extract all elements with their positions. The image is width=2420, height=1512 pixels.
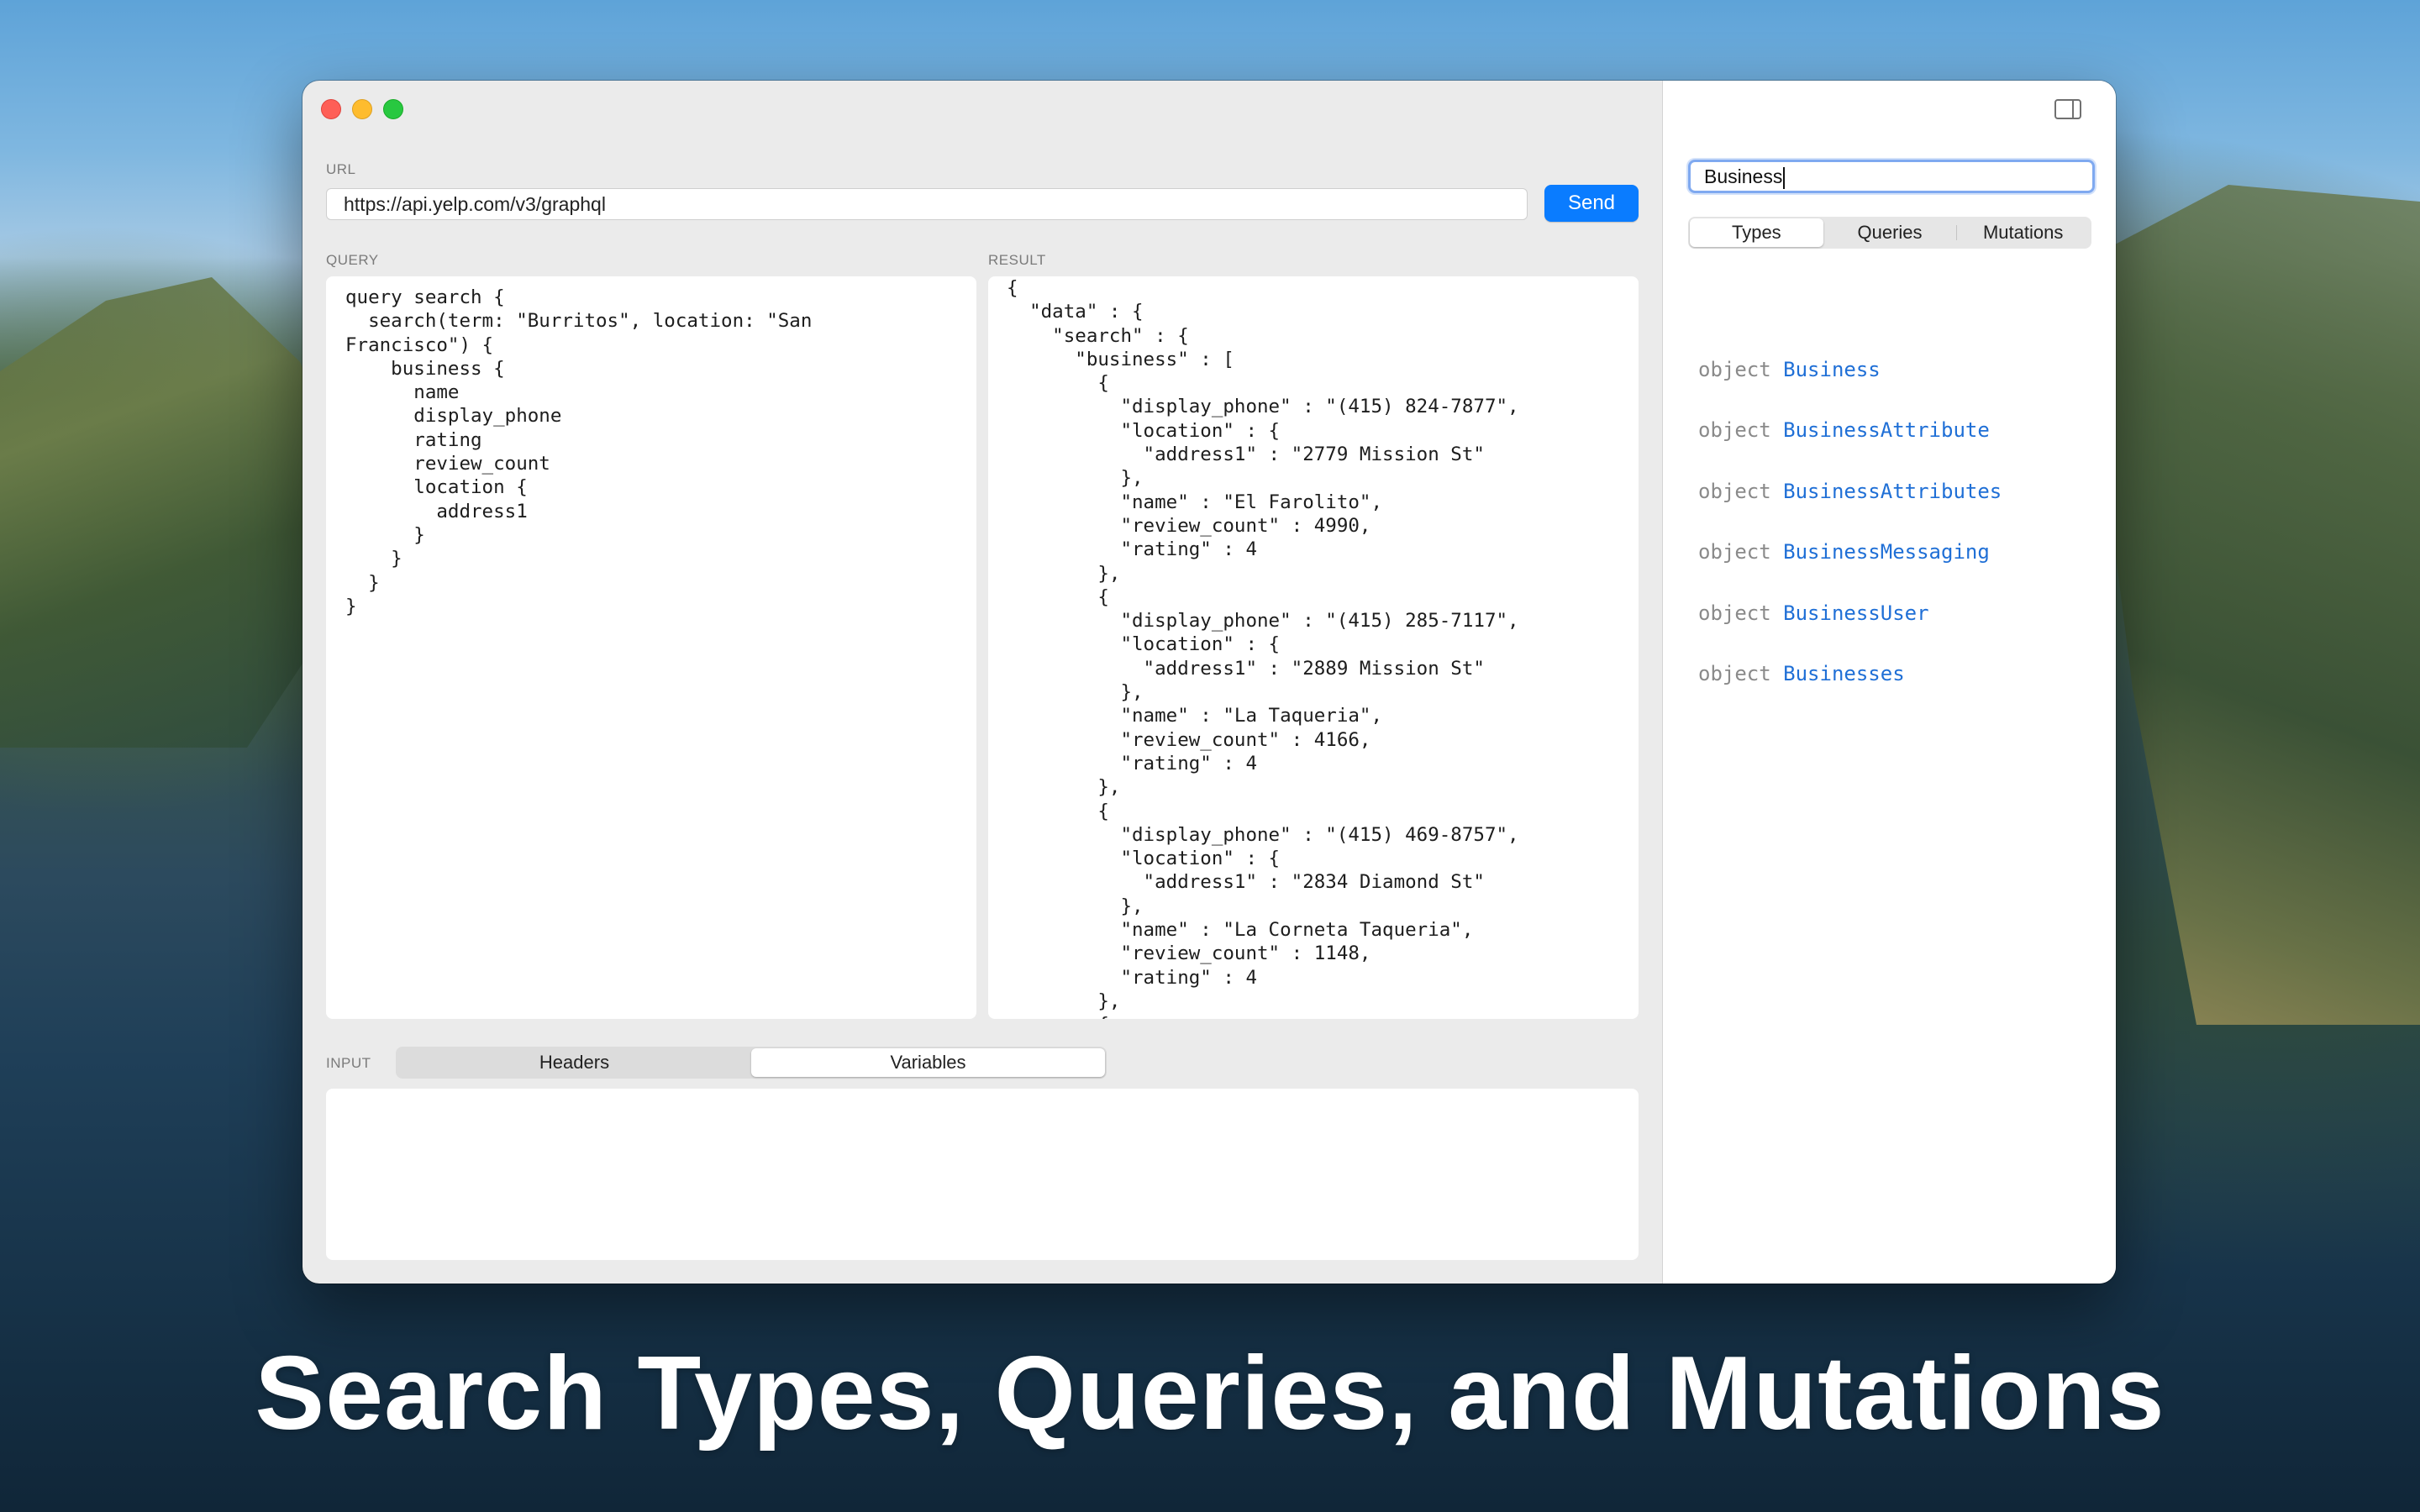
send-button[interactable]: Send <box>1544 185 1639 222</box>
list-item[interactable]: object Businesses <box>1698 662 2002 722</box>
background-hills-right <box>2101 185 2420 1025</box>
type-name: Business <box>1783 358 1881 381</box>
query-editor[interactable]: query search { search(term: "Burritos", … <box>326 276 976 1019</box>
type-kind: object <box>1698 540 1771 564</box>
sidebar-toggle-icon[interactable] <box>2054 99 2081 119</box>
input-section-label: INPUT <box>326 1055 371 1071</box>
type-kind: object <box>1698 601 1771 625</box>
tab-queries[interactable]: Queries <box>1823 218 1957 247</box>
url-input[interactable]: https://api.yelp.com/v3/graphql <box>326 188 1528 220</box>
tab-mutations[interactable]: Mutations <box>1956 218 2090 247</box>
type-kind: object <box>1698 418 1771 443</box>
type-results-list: object Business object BusinessAttribute… <box>1698 358 2002 722</box>
window-controls <box>321 99 403 119</box>
zoom-window-button[interactable] <box>383 99 403 119</box>
tab-variables[interactable]: Variables <box>751 1048 1105 1077</box>
type-name: Businesses <box>1783 661 1905 685</box>
schema-search-value: Business <box>1704 165 1783 187</box>
schema-search-input[interactable]: Business <box>1688 160 2095 193</box>
type-kind: object <box>1698 661 1771 685</box>
list-item[interactable]: object BusinessAttribute <box>1698 418 2002 479</box>
input-tab-control: Headers Variables <box>396 1047 1107 1079</box>
close-window-button[interactable] <box>321 99 341 119</box>
schema-tab-control: Types Queries Mutations <box>1688 217 2091 249</box>
result-section-label: RESULT <box>988 252 1046 268</box>
type-name: BusinessMessaging <box>1783 540 1990 564</box>
list-item[interactable]: object Business <box>1698 358 2002 418</box>
type-name: BusinessUser <box>1783 601 1929 625</box>
result-viewer[interactable]: { "data" : { "search" : { "business" : [… <box>988 276 1639 1019</box>
variables-editor[interactable] <box>326 1089 1639 1260</box>
type-name: BusinessAttributes <box>1783 479 2002 503</box>
app-window: URL https://api.yelp.com/v3/graphql Send… <box>302 81 2116 1284</box>
background-hills-left <box>0 277 353 748</box>
list-item[interactable]: object BusinessAttributes <box>1698 480 2002 540</box>
list-item[interactable]: object BusinessMessaging <box>1698 540 2002 601</box>
list-item[interactable]: object BusinessUser <box>1698 601 2002 662</box>
type-name: BusinessAttribute <box>1783 418 1990 443</box>
tab-headers[interactable]: Headers <box>397 1048 751 1077</box>
query-section-label: QUERY <box>326 252 379 268</box>
type-kind: object <box>1698 358 1771 381</box>
marketing-caption: Search Types, Queries, and Mutations <box>255 1336 2165 1452</box>
type-kind: object <box>1698 479 1771 503</box>
tab-types[interactable]: Types <box>1690 218 1823 247</box>
minimize-window-button[interactable] <box>352 99 372 119</box>
schema-sidebar: Business Types Queries Mutations object … <box>1662 81 2116 1284</box>
url-section-label: URL <box>326 161 356 177</box>
text-caret <box>1783 166 1786 189</box>
